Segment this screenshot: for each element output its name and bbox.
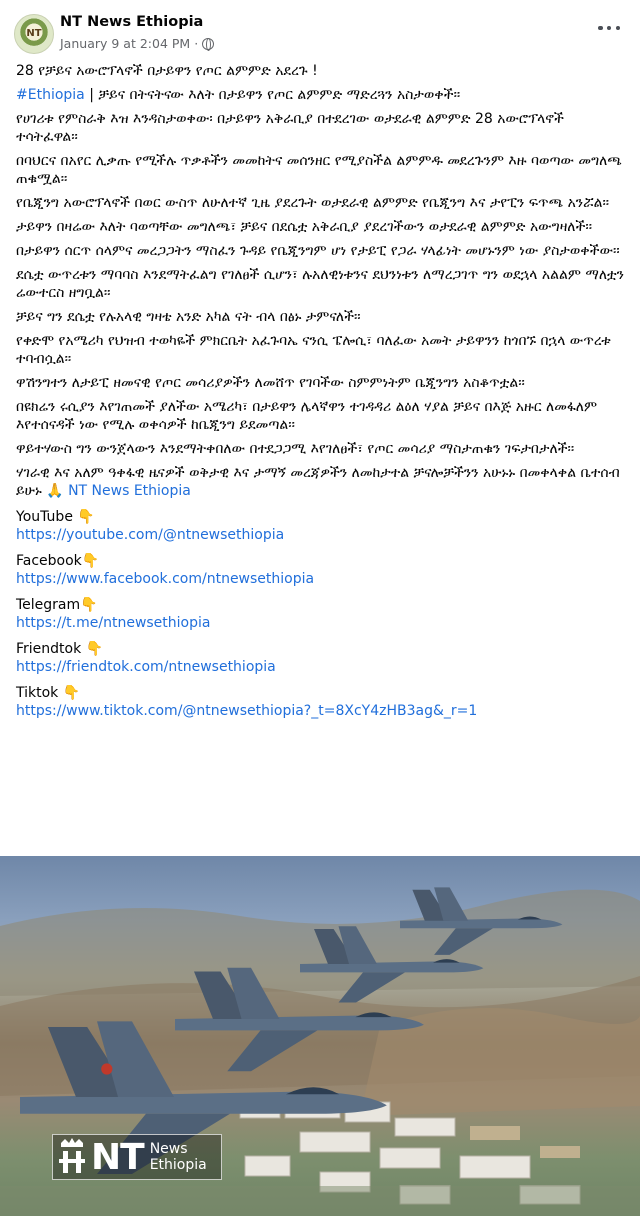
post-paragraph: ቻይና ግን ደሴቷ የሉአላዊ ግዛቴ አንድ አካል ናት ብላ በፅኑ ታ… [16, 309, 361, 325]
post-paragraph: የቤጂንግ አውሮፕላኖች በወር ውስጥ ለሁለተኛ ጊዜ ያደረጉት ወታደ… [16, 195, 610, 211]
social-label: Facebook👇 [16, 553, 100, 569]
post-paragraph: ዋይተሃውስ ግን ውንጀላውን እንደማትቀበለው በተደጋጋሚ እየገለፀች… [16, 441, 575, 457]
watermark-line1: News [149, 1141, 188, 1157]
post-meta: January 9 at 2:04 PM · [60, 36, 215, 51]
social-label: Friendtok 👇 [16, 641, 104, 657]
social-url-link[interactable]: https://www.facebook.com/ntnewsethiopia [16, 570, 624, 588]
avatar-logo-text: NT [26, 28, 42, 39]
paragraph-list: የሀገሪቱ የምስራቅ እዝ እንዳስታወቀው፡ በታይዋን አቅራቢያ በተደ… [16, 110, 624, 458]
meta-separator: · [194, 36, 199, 51]
post-timestamp[interactable]: January 9 at 2:04 PM [60, 36, 190, 51]
post-body: 28 የቻይና አውሮፕላኖች በታይዋን የጦር ልምምድ አደረጉ ! #E… [16, 58, 624, 720]
post-photo[interactable]: NT News Ethiopia [0, 856, 640, 1216]
page-avatar[interactable]: NT [14, 14, 54, 54]
post-paragraph: የቀድሞ የአሜሪካ የህዝብ ተወካዬች ምክርቤት አፈጉባኤ ናንሲ ፔሎ… [16, 333, 611, 367]
social-url-link[interactable]: https://t.me/ntnewsethiopia [16, 614, 624, 632]
social-url-link[interactable]: https://friendtok.com/ntnewsethiopia [16, 658, 624, 676]
page-name-link[interactable]: NT News Ethiopia [60, 14, 203, 30]
post-paragraph: በባህርና በአየር ሊቃጡ የሚችሉ ጥቃቶችን መመከትና መሰንዘር የሚ… [16, 153, 622, 187]
more-horizontal-icon[interactable] [598, 22, 620, 34]
watermark-brand: News Ethiopia [150, 1141, 207, 1173]
post-headline: 28 የቻይና አውሮፕላኖች በታይዋን የጦር ልምምድ አደረጉ ! [16, 63, 318, 79]
intro-text: | ቻይና በትናትናው እለት በታይዋን የጦር ልምምድ ማድረጓን አስ… [84, 87, 461, 103]
post-paragraph: በታይዋን ሰርጥ ሰላምና መረጋጋትን ማስፈን ጉዳይ የቤጂንግም ሆነ… [16, 243, 620, 259]
post-paragraph: ዋሽንግተን ለታይፒ ዘመናዊ የጦር መሳሪያዎችን ለመሸጥ የገባችው … [16, 375, 525, 391]
hashtag-link[interactable]: #Ethiopia [16, 87, 85, 103]
post-paragraph: ደሴቷ ውጥረቱን ማባባስ እንደማትፈልግ የገለፀች ሲሆን፣ ሉአለዊነ… [16, 267, 624, 301]
post-intro: #Ethiopia | ቻይና በትናትናው እለት በታይዋን የጦር ልምም… [16, 86, 624, 104]
social-url-link[interactable]: https://www.tiktok.com/@ntnewsethiopia?_… [16, 702, 624, 720]
watermark-nt: NT [91, 1136, 145, 1178]
nt-news-watermark: NT News Ethiopia [52, 1134, 222, 1180]
watermark-line2: Ethiopia [149, 1157, 207, 1173]
post-paragraph: በዩክሬን ሩሲያን እየገጠመች ያለችው አሜሪካ፣ በታይዋን ሌላኛዋን… [16, 399, 598, 433]
facebook-post: NT NT News Ethiopia January 9 at 2:04 PM… [0, 0, 640, 1216]
social-url-link[interactable]: https://youtube.com/@ntnewsethiopia [16, 526, 624, 544]
social-label: YouTube 👇 [16, 509, 95, 525]
post-header: NT NT News Ethiopia January 9 at 2:04 PM… [0, 0, 640, 58]
closing-paragraph: ሃገራዊ እና አለም ዓቀፋዊ ዜናዎች ወቅታዊ እና ታማኝ መረጃዎችን… [16, 464, 624, 500]
post-paragraph: የሀገሪቱ የምስራቅ እዝ እንዳስታወቀው፡ በታይዋን አቅራቢያ በተደ… [16, 111, 564, 145]
social-links: YouTube 👇 https://youtube.com/@ntnewsethi… [16, 508, 624, 720]
closing-page-link[interactable]: NT News Ethiopia [68, 483, 191, 499]
nt-crest-icon [55, 1137, 89, 1177]
post-paragraph: ታይዋን በዛሬው እለት ባወጣቸው መግለጫ፣ ቻይና በደሴቷ አቅራቢያ… [16, 219, 593, 235]
globe-icon[interactable] [202, 37, 215, 51]
social-label: Tiktok 👇 [16, 685, 81, 701]
social-label: Telegram👇 [16, 597, 98, 613]
